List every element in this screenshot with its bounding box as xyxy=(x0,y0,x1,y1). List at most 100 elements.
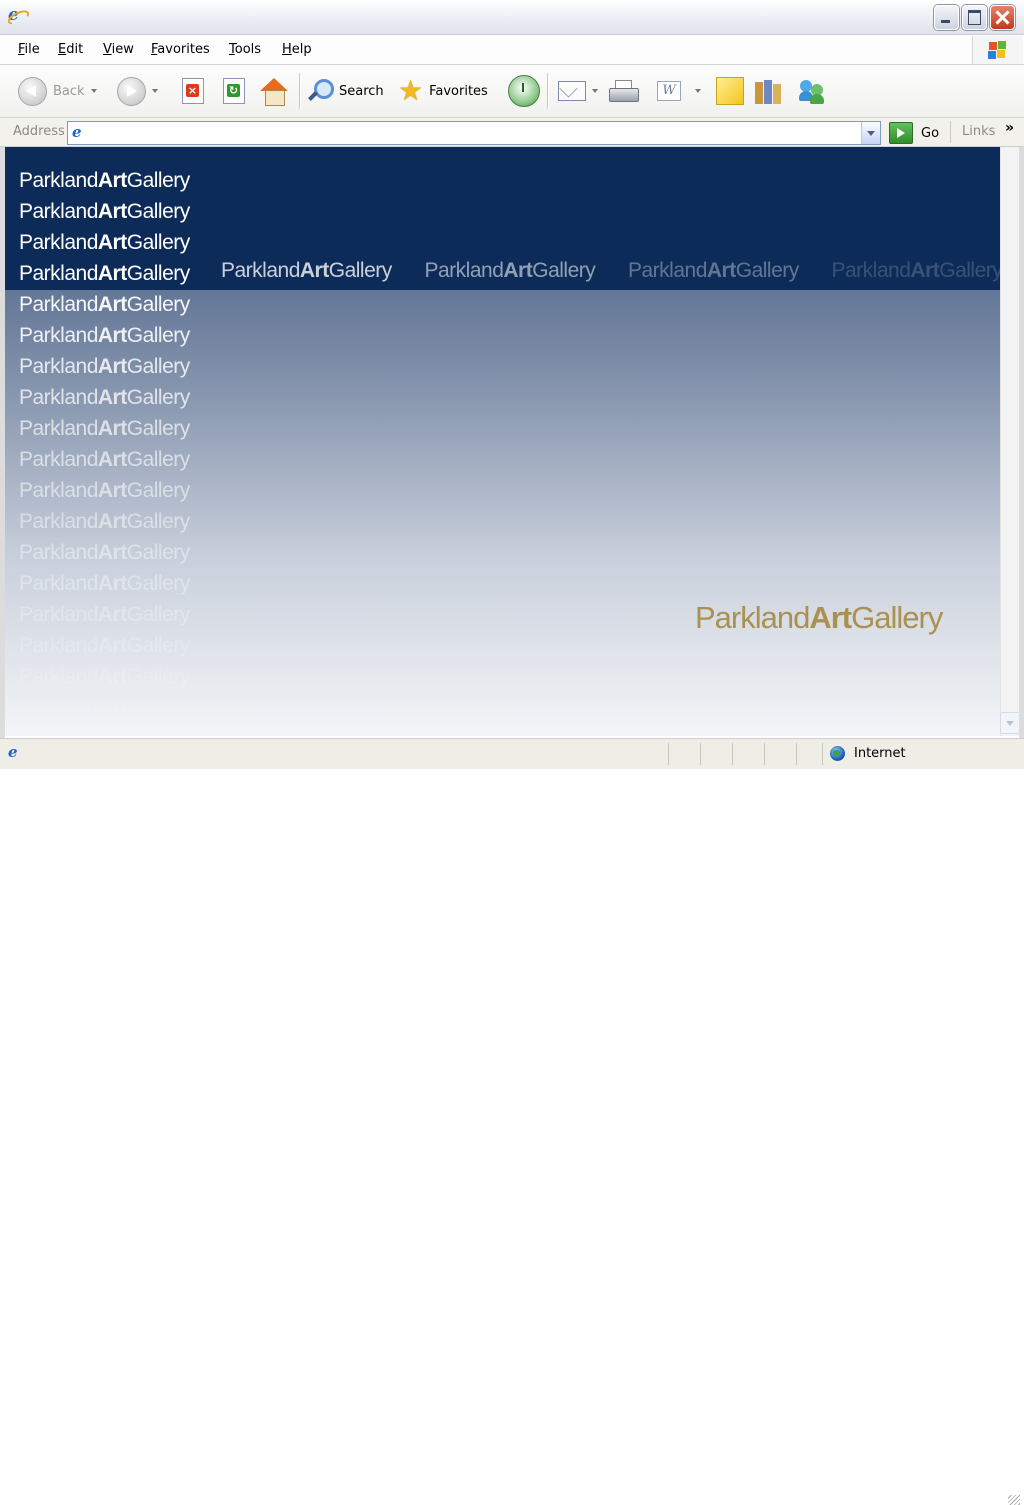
logo-repeat-vertical: ParklandArtGallery xyxy=(19,634,190,657)
stop-button[interactable]: × xyxy=(182,65,204,117)
stop-icon: × xyxy=(182,78,204,104)
ie-logo-icon[interactable]: e xyxy=(5,7,32,28)
logo-repeat-vertical: ParklandArtGallery xyxy=(19,479,190,502)
toolbar-separator xyxy=(299,73,300,109)
status-divider xyxy=(822,743,823,765)
address-label: Address xyxy=(13,124,65,139)
messenger-icon xyxy=(797,79,825,104)
logo-repeat-vertical: ParklandArtGallery xyxy=(19,417,190,440)
status-divider xyxy=(668,743,669,765)
forward-dropdown-icon[interactable] xyxy=(152,89,158,93)
logo-repeat-vertical: ParklandArtGallery xyxy=(19,293,190,316)
menu-favorites[interactable]: Favorites xyxy=(151,42,210,57)
printer-icon xyxy=(609,80,639,102)
status-divider xyxy=(764,743,765,765)
logo-repeat-horizontal: ParklandArtGallery xyxy=(221,259,392,282)
history-button[interactable] xyxy=(508,65,540,117)
history-icon xyxy=(508,75,540,107)
search-label: Search xyxy=(339,83,384,99)
logo-repeat-horizontal: ParklandArtGallery xyxy=(424,259,596,282)
go-arrow-icon xyxy=(889,122,913,144)
menu-file[interactable]: File xyxy=(18,42,40,57)
menu-edit[interactable]: Edit xyxy=(58,42,83,57)
logo-repeat-vertical: ParklandArtGallery xyxy=(19,169,190,192)
home-button[interactable] xyxy=(260,65,288,117)
internet-globe-icon xyxy=(830,746,845,761)
menu-bar: File Edit View Favorites Tools Help xyxy=(0,35,1024,65)
back-dropdown-icon[interactable] xyxy=(90,89,97,93)
toolbar-separator xyxy=(547,73,548,109)
mail-button[interactable] xyxy=(558,65,598,117)
toolbar-separator xyxy=(950,121,951,143)
search-icon xyxy=(307,78,334,104)
edit-dropdown-icon[interactable] xyxy=(695,89,701,93)
research-books-icon xyxy=(755,78,781,104)
go-button[interactable]: Go xyxy=(889,122,939,144)
back-label: Back xyxy=(53,83,85,99)
address-dropdown-button[interactable] xyxy=(861,122,880,144)
logo-repeat-vertical: ParklandArtGallery xyxy=(19,603,190,626)
logo-repeat-vertical: ParklandArtGallery xyxy=(19,386,190,409)
forward-button[interactable] xyxy=(117,65,158,117)
logo-repeat-horizontal: ParklandArtGallery xyxy=(831,259,1001,282)
vertical-scrollbar[interactable] xyxy=(1000,147,1020,736)
go-label: Go xyxy=(921,125,940,141)
status-divider xyxy=(732,743,733,765)
notes-button[interactable] xyxy=(716,65,744,117)
window-frame-right xyxy=(1019,147,1024,742)
print-button[interactable] xyxy=(609,65,639,117)
standard-toolbar: Back × ↻ Search ★ Favorites W xyxy=(0,65,1024,118)
logo-repeat-vertical: ParklandArtGallery xyxy=(19,696,190,719)
favorites-label: Favorites xyxy=(429,83,488,99)
back-arrow-icon xyxy=(18,76,47,106)
address-bar: Address e Go Links » xyxy=(0,118,1024,147)
logo-repeat-vertical: ParklandArtGallery xyxy=(19,231,190,254)
title-bar[interactable]: e xyxy=(0,0,1024,35)
favorites-button[interactable]: ★ Favorites xyxy=(398,65,488,117)
logo-repeat-vertical: ParklandArtGallery xyxy=(19,324,190,347)
sticky-note-icon xyxy=(716,77,744,105)
logo-repeat-vertical: ParklandArtGallery xyxy=(19,510,190,533)
forward-arrow-icon xyxy=(117,76,146,106)
search-button[interactable]: Search xyxy=(307,65,384,117)
windows-logo-icon xyxy=(972,36,1023,64)
logo-repeat-vertical: ParklandArtGallery xyxy=(19,355,190,378)
logo-repeat-vertical: ParklandArtGallery xyxy=(19,665,190,688)
favorites-star-icon: ★ xyxy=(398,74,424,107)
menu-help[interactable]: Help xyxy=(282,42,312,57)
logo-repeat-vertical: ParklandArtGallery xyxy=(19,262,190,285)
links-button[interactable]: Links xyxy=(962,124,995,139)
status-divider xyxy=(796,743,797,765)
logo-repeat-vertical: ParklandArtGallery xyxy=(19,572,190,595)
refresh-icon: ↻ xyxy=(223,78,245,104)
status-divider xyxy=(700,743,701,765)
page-viewport[interactable]: ParklandArtGallery ParklandArtGallery Park… xyxy=(5,147,1000,736)
messenger-button[interactable] xyxy=(797,65,825,117)
edit-with-word-button[interactable]: W xyxy=(657,65,701,117)
research-button[interactable] xyxy=(755,65,781,117)
logo-repeat-vertical: ParklandArtGallery xyxy=(19,200,190,223)
refresh-button[interactable]: ↻ xyxy=(223,65,245,117)
page-status-icon: e xyxy=(8,743,18,761)
mail-icon xyxy=(558,81,586,101)
minimize-button[interactable] xyxy=(934,5,959,30)
menu-tools[interactable]: Tools xyxy=(229,42,261,57)
word-icon: W xyxy=(657,81,681,101)
maximize-button[interactable] xyxy=(962,5,987,30)
logo-repeat-horizontal: ParklandArtGallery xyxy=(628,259,799,282)
status-bar: e Internet xyxy=(0,738,1024,1505)
links-chevron-icon[interactable]: » xyxy=(1005,120,1014,136)
address-input[interactable]: e xyxy=(67,121,881,145)
scroll-down-button[interactable] xyxy=(1000,712,1020,734)
mail-dropdown-icon[interactable] xyxy=(592,89,598,93)
logo-repeat-vertical: ParklandArtGallery xyxy=(19,448,190,471)
home-icon xyxy=(260,78,288,106)
page-icon: e xyxy=(72,123,82,141)
resize-grip[interactable] xyxy=(1008,1495,1020,1505)
back-button[interactable]: Back xyxy=(18,65,97,117)
gallery-logo[interactable]: ParklandArtGallery xyxy=(695,600,943,636)
logo-repeat-vertical: ParklandArtGallery xyxy=(19,541,190,564)
close-button[interactable] xyxy=(990,5,1015,30)
zone-label: Internet xyxy=(854,746,906,761)
menu-view[interactable]: View xyxy=(103,42,134,57)
